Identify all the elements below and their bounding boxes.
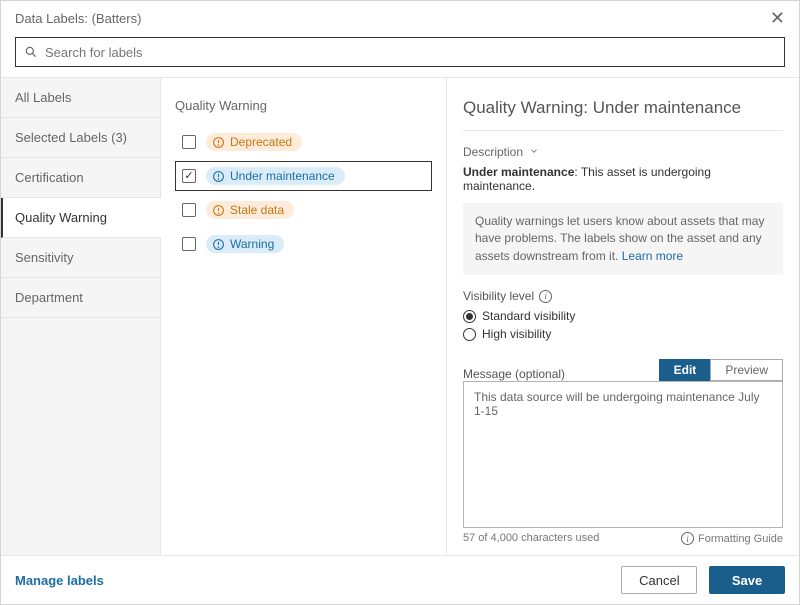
close-button[interactable]: ✕ <box>770 9 785 27</box>
description-name: Under maintenance <box>463 165 574 179</box>
search-box[interactable] <box>15 37 785 67</box>
data-labels-dialog: Data Labels: (Batters) ✕ All Labels Sele… <box>0 0 800 605</box>
label-text: Under maintenance <box>230 169 335 183</box>
detail-column: Quality Warning: Under maintenance Descr… <box>446 78 799 555</box>
checkbox-deprecated[interactable] <box>182 135 196 149</box>
tab-edit[interactable]: Edit <box>659 359 711 381</box>
label-pill-deprecated: Deprecated <box>206 133 302 151</box>
formatting-guide-text: Formatting Guide <box>698 533 783 545</box>
close-icon: ✕ <box>770 8 785 28</box>
label-pill-stale-data: Stale data <box>206 201 294 219</box>
radio-high-visibility[interactable]: High visibility <box>463 327 783 341</box>
search-input[interactable] <box>45 45 776 60</box>
radio-label: High visibility <box>482 327 551 341</box>
message-label: Message (optional) <box>463 367 565 381</box>
formatting-guide-link[interactable]: i Formatting Guide <box>681 532 783 545</box>
warning-icon <box>212 238 225 251</box>
info-icon: i <box>681 532 694 545</box>
search-icon <box>24 45 38 59</box>
char-row: 57 of 4,000 characters used i Formatting… <box>463 532 783 545</box>
dialog-title: Data Labels: (Batters) <box>15 11 141 26</box>
description-toggle[interactable]: Description <box>463 145 783 159</box>
label-pill-under-maintenance: Under maintenance <box>206 167 345 185</box>
char-count: 57 of 4,000 characters used <box>463 532 599 545</box>
chevron-down-icon <box>529 145 539 159</box>
message-head: Message (optional) Edit Preview <box>463 359 783 381</box>
checkbox-under-maintenance[interactable] <box>182 169 196 183</box>
sidebar-item-sensitivity[interactable]: Sensitivity <box>1 238 160 278</box>
manage-labels-link[interactable]: Manage labels <box>15 573 104 588</box>
checkbox-warning[interactable] <box>182 237 196 251</box>
label-row-under-maintenance[interactable]: Under maintenance <box>175 161 432 191</box>
radio-label: Standard visibility <box>482 309 575 323</box>
info-box: Quality warnings let users know about as… <box>463 203 783 275</box>
message-area: Message (optional) Edit Preview 57 of 4,… <box>463 359 783 545</box>
radio-button[interactable] <box>463 310 476 323</box>
label-text: Stale data <box>230 203 284 217</box>
sidebar-item-department[interactable]: Department <box>1 278 160 318</box>
footer-buttons: Cancel Save <box>621 566 785 594</box>
save-button[interactable]: Save <box>709 566 785 594</box>
message-textarea[interactable] <box>463 381 783 528</box>
dialog-footer: Manage labels Cancel Save <box>1 555 799 604</box>
cancel-button[interactable]: Cancel <box>621 566 697 594</box>
detail-title: Quality Warning: Under maintenance <box>463 98 783 131</box>
sidebar-item-certification[interactable]: Certification <box>1 158 160 198</box>
tab-preview[interactable]: Preview <box>710 359 783 381</box>
description-label: Description <box>463 145 523 159</box>
label-row-warning[interactable]: Warning <box>175 229 432 259</box>
label-list-column: Quality Warning Deprecated Under mainten… <box>161 78 446 555</box>
label-row-deprecated[interactable]: Deprecated <box>175 127 432 157</box>
message-tabs: Edit Preview <box>659 359 783 381</box>
sidebar-item-all-labels[interactable]: All Labels <box>1 78 160 118</box>
info-icon[interactable]: i <box>539 290 552 303</box>
visibility-label-row: Visibility level i <box>463 289 783 303</box>
info-text: Quality warnings let users know about as… <box>475 214 764 263</box>
label-text: Warning <box>230 237 274 251</box>
sidebar-item-quality-warning[interactable]: Quality Warning <box>1 198 161 238</box>
category-sidebar: All Labels Selected Labels (3) Certifica… <box>1 78 161 555</box>
radio-button[interactable] <box>463 328 476 341</box>
search-row <box>1 37 799 77</box>
label-text: Deprecated <box>230 135 292 149</box>
label-list-heading: Quality Warning <box>175 98 432 113</box>
warning-icon <box>212 204 225 217</box>
warning-icon <box>212 136 225 149</box>
sidebar-item-selected-labels[interactable]: Selected Labels (3) <box>1 118 160 158</box>
titlebar: Data Labels: (Batters) ✕ <box>1 1 799 37</box>
radio-standard-visibility[interactable]: Standard visibility <box>463 309 783 323</box>
description-line: Under maintenance: This asset is undergo… <box>463 165 783 193</box>
visibility-radio-group: Standard visibility High visibility <box>463 309 783 345</box>
visibility-label: Visibility level <box>463 289 534 303</box>
learn-more-link[interactable]: Learn more <box>622 249 683 263</box>
checkbox-stale-data[interactable] <box>182 203 196 217</box>
main-area: All Labels Selected Labels (3) Certifica… <box>1 77 799 555</box>
label-row-stale-data[interactable]: Stale data <box>175 195 432 225</box>
label-pill-warning: Warning <box>206 235 284 253</box>
maintenance-icon <box>212 170 225 183</box>
